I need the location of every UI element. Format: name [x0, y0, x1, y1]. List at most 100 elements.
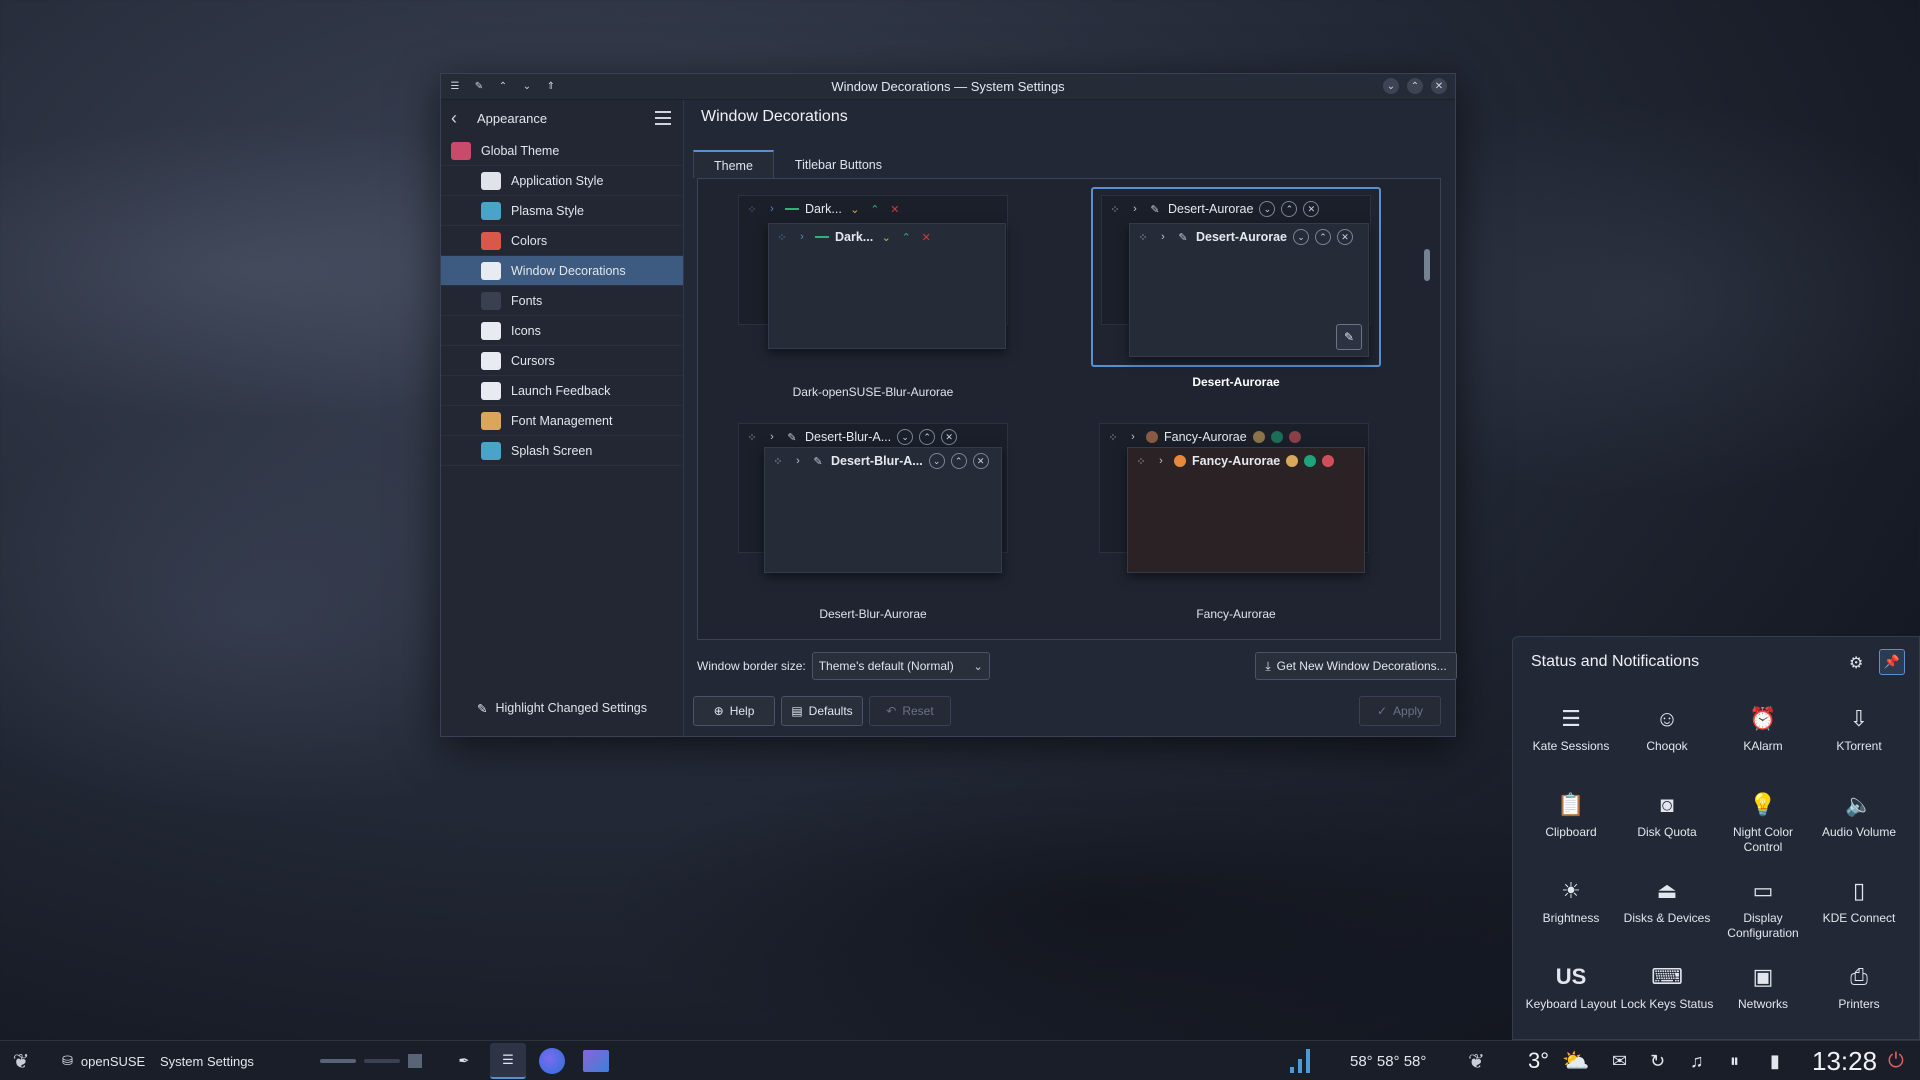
status-item-kalarm[interactable]: ⏰ KAlarm: [1715, 697, 1811, 783]
border-size-select[interactable]: Theme's default (Normal) ⌄: [811, 652, 990, 680]
status-item-clipboard[interactable]: 📋 Clipboard: [1523, 783, 1619, 869]
status-item-disks-devices[interactable]: ⏏ Disks & Devices: [1619, 869, 1715, 955]
status-item-label: Printers: [1838, 997, 1880, 1011]
pen-app-icon[interactable]: ✒: [446, 1043, 482, 1079]
status-item-night-color-control[interactable]: 💡 Night Color Control: [1715, 783, 1811, 869]
weather-temperature[interactable]: 3°: [1528, 1041, 1549, 1080]
sidebar-item-plasma-style[interactable]: Plasma Style: [441, 196, 683, 226]
maximize-dot-icon: [1270, 431, 1283, 443]
sidebar-item-cursors[interactable]: Cursors: [441, 346, 683, 376]
status-item-label: Audio Volume: [1821, 825, 1897, 839]
pager-desktop-1[interactable]: [320, 1059, 356, 1063]
theme-card-desert-aurorae[interactable]: ⁘ › ✎ Desert-Aurorae ⌄ ⌃ ✕ ⁘ › ✎ Desert-: [1091, 187, 1381, 389]
status-item-lock-keys-status[interactable]: ⌨ Lock Keys Status: [1619, 955, 1715, 1041]
border-size-row: Window border size: Theme's default (Nor…: [697, 652, 990, 680]
sparkle-icon: ⁘: [773, 455, 783, 468]
hamburger-menu-icon[interactable]: [655, 111, 671, 129]
maximize-preview-icon: ⌃: [950, 453, 967, 469]
sidebar-item-application-style[interactable]: Application Style: [441, 166, 683, 196]
battery-icon[interactable]: ▮: [1770, 1041, 1780, 1080]
workspace-pager[interactable]: [320, 1041, 422, 1080]
system-settings-launcher[interactable]: System Settings: [160, 1041, 254, 1080]
status-item-label: Night Color Control: [1732, 825, 1794, 854]
update-icon[interactable]: ↻: [1650, 1041, 1665, 1080]
defaults-label: Defaults: [808, 704, 853, 718]
power-icon[interactable]: ⏻: [1888, 1041, 1904, 1080]
status-item-printers[interactable]: ⎙ Printers: [1811, 955, 1907, 1041]
sidebar-item-window-decorations[interactable]: Window Decorations: [441, 256, 683, 286]
status-item-label: Brightness: [1542, 911, 1600, 925]
kde-connect-icon: ▯: [1852, 878, 1866, 903]
close-preview-icon: ✕: [921, 231, 931, 244]
launch-feedback-icon: [481, 381, 501, 400]
sidebar-item-global-theme[interactable]: Global Theme: [441, 136, 683, 166]
pager-desktop-2[interactable]: [364, 1059, 400, 1063]
status-item-disk-quota[interactable]: ◙ Disk Quota: [1619, 783, 1715, 869]
sidebar-item-colors[interactable]: Colors: [441, 226, 683, 256]
system-settings-app-icon[interactable]: ☰: [490, 1043, 526, 1079]
networks-icon: ▣: [1752, 964, 1774, 989]
temperature-sensors[interactable]: 58° 58° 58°: [1350, 1041, 1426, 1080]
app-launcher-icon[interactable]: ❦: [6, 1041, 36, 1080]
window-menu-icon[interactable]: ☰: [447, 79, 463, 95]
reset-button[interactable]: ↶ Reset: [869, 696, 951, 726]
notifications-icon[interactable]: ✉: [1612, 1041, 1627, 1080]
pause-icon[interactable]: ⏸: [1730, 1041, 1739, 1080]
theme-card-desert-blur-aurorae[interactable]: ⁘ › ✎ Desert-Blur-A... ⌄ ⌃ ✕ ⁘ › ✎ Deser: [728, 417, 1018, 621]
status-item-audio-volume[interactable]: 🔈 Audio Volume: [1811, 783, 1907, 869]
status-item-ktorrent[interactable]: ⇩ KTorrent: [1811, 697, 1907, 783]
pin-popup-button[interactable]: 📌: [1879, 649, 1905, 675]
defaults-button[interactable]: ▤ Defaults: [781, 696, 863, 726]
theme-scrollbar[interactable]: [1424, 249, 1432, 629]
terminal-app-icon[interactable]: [578, 1043, 614, 1079]
status-item-display-configuration[interactable]: ▭ Display Configuration: [1715, 869, 1811, 955]
scrollbar-thumb[interactable]: [1424, 249, 1430, 281]
sidebar-item-fonts[interactable]: Fonts: [441, 286, 683, 316]
system-monitor-graph[interactable]: [1290, 1041, 1310, 1080]
minimize-preview-icon: ⌄: [1259, 201, 1276, 217]
window-titlebar[interactable]: ☰ ✎ ⌃ ⌄ ⇑ Window Decorations — System Se…: [441, 74, 1455, 100]
printers-icon: ⎙: [1850, 964, 1868, 989]
status-item-choqok[interactable]: ☺ Choqok: [1619, 697, 1715, 783]
back-arrow-icon[interactable]: ‹: [451, 108, 473, 129]
help-button[interactable]: ⊕ Help: [693, 696, 775, 726]
status-item-kde-connect[interactable]: ▯ KDE Connect: [1811, 869, 1907, 955]
close-preview-icon: ✕: [1303, 201, 1320, 217]
shade-icon[interactable]: ⇑: [543, 79, 559, 95]
digital-clock[interactable]: 13:28: [1812, 1041, 1877, 1080]
minimize-button[interactable]: ⌄: [1383, 78, 1399, 94]
status-item-brightness[interactable]: ☀ Brightness: [1523, 869, 1619, 955]
weather-cloudy-icon[interactable]: ⛅: [1562, 1041, 1589, 1080]
keep-above-icon[interactable]: ⌃: [495, 79, 511, 95]
sidebar-item-launch-feedback[interactable]: Launch Feedback: [441, 376, 683, 406]
opensuse-menu[interactable]: ⛁ openSUSE: [62, 1041, 145, 1080]
tab-theme[interactable]: Theme: [693, 150, 774, 178]
status-item-keyboard-layout[interactable]: US Keyboard Layout: [1523, 955, 1619, 1041]
firefox-icon[interactable]: [534, 1043, 570, 1079]
popup-title: Status and Notifications: [1531, 653, 1700, 670]
theme-card-fancy-aurorae[interactable]: ⁘ › Fancy-Aurorae ⁘ › Fancy-Aurorae Fanc…: [1091, 417, 1381, 621]
theme-card-dark-opensuse[interactable]: ⁘ › Dark... ⌄ ⌃ ✕ ⁘ › Dark... ⌄ ⌃ ✕ Dark…: [728, 189, 1018, 399]
keep-below-icon[interactable]: ⌄: [519, 79, 535, 95]
status-item-kate-sessions[interactable]: ☰ Kate Sessions: [1523, 697, 1619, 783]
application-style-icon: [481, 171, 501, 190]
close-button[interactable]: ✕: [1431, 78, 1447, 94]
get-new-decorations-button[interactable]: ⤓ Get New Window Decorations...: [1255, 652, 1457, 680]
theme-name-label: Dark-openSUSE-Blur-Aurorae: [792, 385, 954, 399]
apply-button[interactable]: ✓ Apply: [1359, 696, 1441, 726]
pin-icon[interactable]: ✎: [471, 79, 487, 95]
cursors-icon: [481, 351, 501, 370]
sidebar-item-font-management[interactable]: Font Management: [441, 406, 683, 436]
sidebar-item-splash-screen[interactable]: Splash Screen: [441, 436, 683, 466]
gear-icon[interactable]: ⚙: [1849, 653, 1867, 672]
status-item-networks[interactable]: ▣ Networks: [1715, 955, 1811, 1041]
media-icon[interactable]: ♫: [1690, 1041, 1704, 1080]
tab-titlebar-buttons[interactable]: Titlebar Buttons: [774, 150, 903, 178]
highlight-changed-settings-button[interactable]: ✎ Highlight Changed Settings: [441, 694, 683, 722]
sidebar-item-icons[interactable]: Icons: [441, 316, 683, 346]
window-decorations-icon: [481, 261, 501, 280]
status-item-label: KAlarm: [1743, 739, 1783, 753]
edit-theme-button[interactable]: ✎: [1336, 324, 1362, 350]
maximize-button[interactable]: ⌃: [1407, 78, 1423, 94]
tab-bar: Theme Titlebar Buttons: [693, 150, 903, 178]
